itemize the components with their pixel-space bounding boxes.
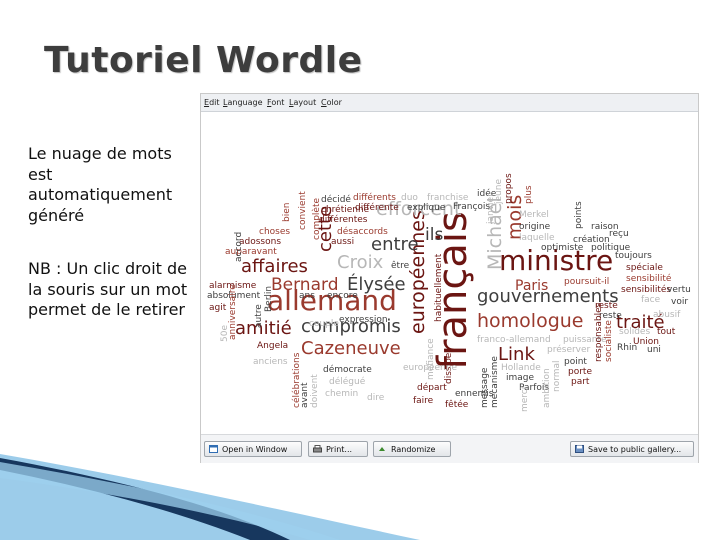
cloud-word[interactable]: habituellement <box>434 253 444 322</box>
cloud-word[interactable]: entre <box>371 234 419 255</box>
cloud-word[interactable]: adossons <box>239 237 281 247</box>
cloud-word[interactable]: européenne <box>403 362 457 373</box>
cloud-word[interactable]: accord <box>234 232 244 262</box>
cloud-word[interactable]: anciens <box>253 357 288 367</box>
cloud-word[interactable]: socialiste <box>604 320 614 362</box>
cloud-word[interactable]: propos <box>504 173 514 204</box>
cloud-word[interactable]: complète <box>311 197 322 240</box>
cloud-word[interactable]: François <box>453 202 490 212</box>
cloud-word[interactable]: aussi <box>331 237 354 247</box>
word-cloud[interactable]: français ministre allemand européennes M… <box>201 112 698 432</box>
cloud-word[interactable]: différentes <box>319 214 368 225</box>
cloud-word[interactable]: expression <box>339 315 388 325</box>
cloud-word[interactable]: différents <box>353 192 396 203</box>
cloud-word[interactable]: dire <box>367 393 385 403</box>
intro-paragraph: Le nuage de mots est automatiquement gén… <box>28 144 173 225</box>
cloud-word[interactable]: autre <box>254 304 264 328</box>
cloud-word[interactable]: sensibilité <box>626 273 672 284</box>
cloud-word[interactable]: spéciale <box>626 262 663 273</box>
cloud-word[interactable]: franco-allemand <box>477 335 551 345</box>
cloud-word[interactable]: vertu <box>667 285 691 295</box>
cloud-word[interactable]: avant <box>300 382 310 408</box>
cloud-word[interactable]: départ <box>417 382 447 393</box>
cloud-word[interactable]: homologue <box>477 310 584 332</box>
cloud-word[interactable]: Croix <box>337 252 384 273</box>
cloud-word[interactable]: Hollande <box>501 363 541 373</box>
cloud-word[interactable]: convient <box>298 191 308 230</box>
cloud-word[interactable]: plus <box>524 185 534 204</box>
cloud-word[interactable]: part <box>571 377 590 387</box>
cloud-word[interactable]: Paris <box>515 278 548 294</box>
menu-language[interactable]: Language <box>223 98 263 107</box>
cloud-word[interactable]: ils <box>425 225 443 245</box>
cloud-word[interactable]: mécanisme <box>489 356 500 408</box>
cloud-word[interactable]: explique <box>407 203 446 213</box>
cloud-word[interactable]: Cazeneuve <box>301 338 401 359</box>
cloud-word[interactable]: Link <box>498 344 535 365</box>
decorative-swoosh <box>0 454 420 540</box>
cloud-word[interactable]: encore <box>327 291 358 301</box>
slide-title: Tutoriel Wordle <box>44 40 363 81</box>
cloud-word[interactable]: 50e <box>220 325 230 342</box>
menu-edit[interactable]: Edit <box>204 98 220 107</box>
cloud-word[interactable]: tout <box>657 327 676 337</box>
cloud-word[interactable]: désaccords <box>337 226 388 237</box>
cloud-word[interactable]: choses <box>259 227 290 237</box>
cloud-word[interactable]: janvier <box>486 193 496 225</box>
cloud-word[interactable]: toujours <box>615 251 652 261</box>
cloud-word[interactable]: Berlin <box>264 286 274 312</box>
cloud-word[interactable]: poursuit-il <box>564 277 609 287</box>
cloud-word[interactable]: démocrate <box>323 364 372 375</box>
cloud-word[interactable]: duo <box>401 193 418 203</box>
cloud-word[interactable]: solides <box>619 327 650 337</box>
cloud-word[interactable]: délégué <box>329 376 366 387</box>
cloud-word[interactable]: message <box>480 367 490 408</box>
cloud-word[interactable]: ambition <box>542 368 552 408</box>
cloud-word[interactable]: origine <box>519 222 551 232</box>
cloud-word[interactable]: sensibilités <box>621 284 671 295</box>
cloud-word[interactable]: être <box>391 260 410 271</box>
cloud-word[interactable]: Rhin <box>617 343 637 353</box>
menu-bar: Edit Language Font Layout Color <box>201 94 698 112</box>
cloud-word[interactable]: affaires <box>241 256 308 277</box>
cloud-word[interactable]: reçu <box>609 229 629 239</box>
cloud-word[interactable]: laquelle <box>519 233 555 243</box>
cloud-word[interactable]: image <box>506 373 534 383</box>
cloud-word[interactable]: méfiance <box>425 338 436 380</box>
note-paragraph: NB : Un clic droit de la souris sur un m… <box>28 259 188 319</box>
cloud-word[interactable]: doivent <box>310 374 320 408</box>
cloud-word[interactable]: différente <box>355 202 399 213</box>
cloud-word[interactable]: ans <box>299 291 315 301</box>
cloud-word[interactable]: fêtée <box>445 399 469 410</box>
cloud-word[interactable]: responsables <box>594 302 604 362</box>
menu-layout[interactable]: Layout <box>289 98 316 107</box>
cloud-word[interactable]: point <box>564 357 587 367</box>
cloud-word[interactable]: Angela <box>257 341 288 351</box>
cloud-word[interactable]: faire <box>413 396 434 406</box>
cloud-word[interactable]: reste <box>595 301 618 311</box>
cloud-word[interactable]: abusif <box>653 310 681 320</box>
cloud-word[interactable]: chemin <box>325 389 358 399</box>
menu-font[interactable]: Font <box>267 98 284 107</box>
cloud-word[interactable]: décidé <box>321 194 351 205</box>
cloud-word[interactable]: optimiste <box>541 243 584 253</box>
cloud-word[interactable]: points <box>574 201 584 229</box>
cloud-word[interactable]: normal <box>552 360 562 392</box>
menu-color[interactable]: Color <box>321 98 342 107</box>
cloud-word[interactable]: agit <box>209 303 227 313</box>
wordle-app-window: Edit Language Font Layout Color français… <box>200 93 699 463</box>
cloud-word[interactable]: voir <box>671 297 688 307</box>
cloud-word[interactable]: porte <box>568 367 592 377</box>
cloud-word[interactable]: couple <box>309 319 339 329</box>
cloud-word[interactable]: auparavant <box>225 247 277 257</box>
cloud-word[interactable]: bien <box>282 203 292 222</box>
cloud-word[interactable]: Merkel <box>519 210 549 220</box>
cloud-word[interactable]: merci <box>520 387 530 412</box>
cloud-word[interactable]: préserver <box>547 344 591 355</box>
cloud-word[interactable]: uni <box>647 345 661 355</box>
cloud-word[interactable]: face <box>641 295 661 305</box>
